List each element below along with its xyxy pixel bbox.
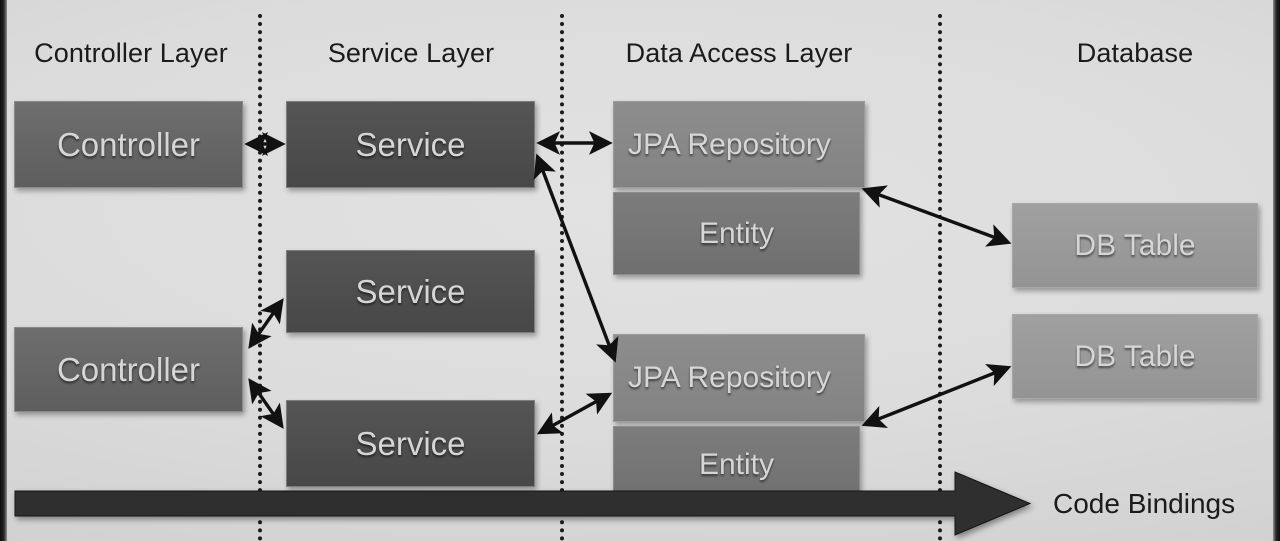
node-entity-1[interactable]: Entity: [613, 192, 860, 275]
node-jpa-repository-2-label: JPA Repository: [628, 361, 831, 394]
node-controller-2-label: Controller: [56, 350, 201, 388]
node-entity-2-label: Entity: [698, 448, 775, 481]
node-jpa-repository-2[interactable]: JPA Repository: [613, 334, 865, 422]
node-jpa-repository-1-label: JPA Repository: [628, 127, 831, 161]
code-bindings-label: Code Bindings: [1053, 488, 1236, 519]
node-db-table-2[interactable]: DB Table: [1012, 314, 1258, 399]
node-controller-1-label: Controller: [56, 125, 201, 163]
column-divider-1: [258, 14, 262, 541]
node-service-3[interactable]: Service: [286, 400, 535, 487]
node-db-table-1-label: DB Table: [1074, 228, 1196, 262]
node-jpa-repository-1[interactable]: JPA Repository: [613, 101, 865, 188]
column-header-data-access-layer: Data Access Layer: [625, 38, 853, 68]
node-db-table-1[interactable]: DB Table: [1012, 203, 1258, 288]
node-entity-2[interactable]: Entity: [613, 426, 860, 504]
node-service-2-label: Service: [355, 272, 466, 310]
node-db-table-2-label: DB Table: [1074, 339, 1196, 373]
node-service-2[interactable]: Service: [286, 250, 535, 333]
column-header-controller-layer: Controller Layer: [34, 38, 228, 68]
column-divider-2: [560, 14, 564, 541]
frame-edge-left: [0, 0, 7, 541]
node-entity-1-label: Entity: [698, 216, 775, 250]
column-header-service-layer: Service Layer: [327, 38, 495, 68]
node-service-3-label: Service: [355, 424, 466, 462]
node-controller-2[interactable]: Controller: [14, 327, 243, 412]
diagram-canvas: Controller Layer Service Layer Data Acce…: [0, 0, 1280, 541]
column-header-database: Database: [1076, 38, 1194, 68]
node-service-1[interactable]: Service: [286, 101, 535, 188]
column-divider-3: [938, 14, 942, 541]
node-controller-1[interactable]: Controller: [14, 101, 243, 188]
node-service-1-label: Service: [355, 125, 466, 163]
frame-edge-right: [1273, 0, 1280, 541]
